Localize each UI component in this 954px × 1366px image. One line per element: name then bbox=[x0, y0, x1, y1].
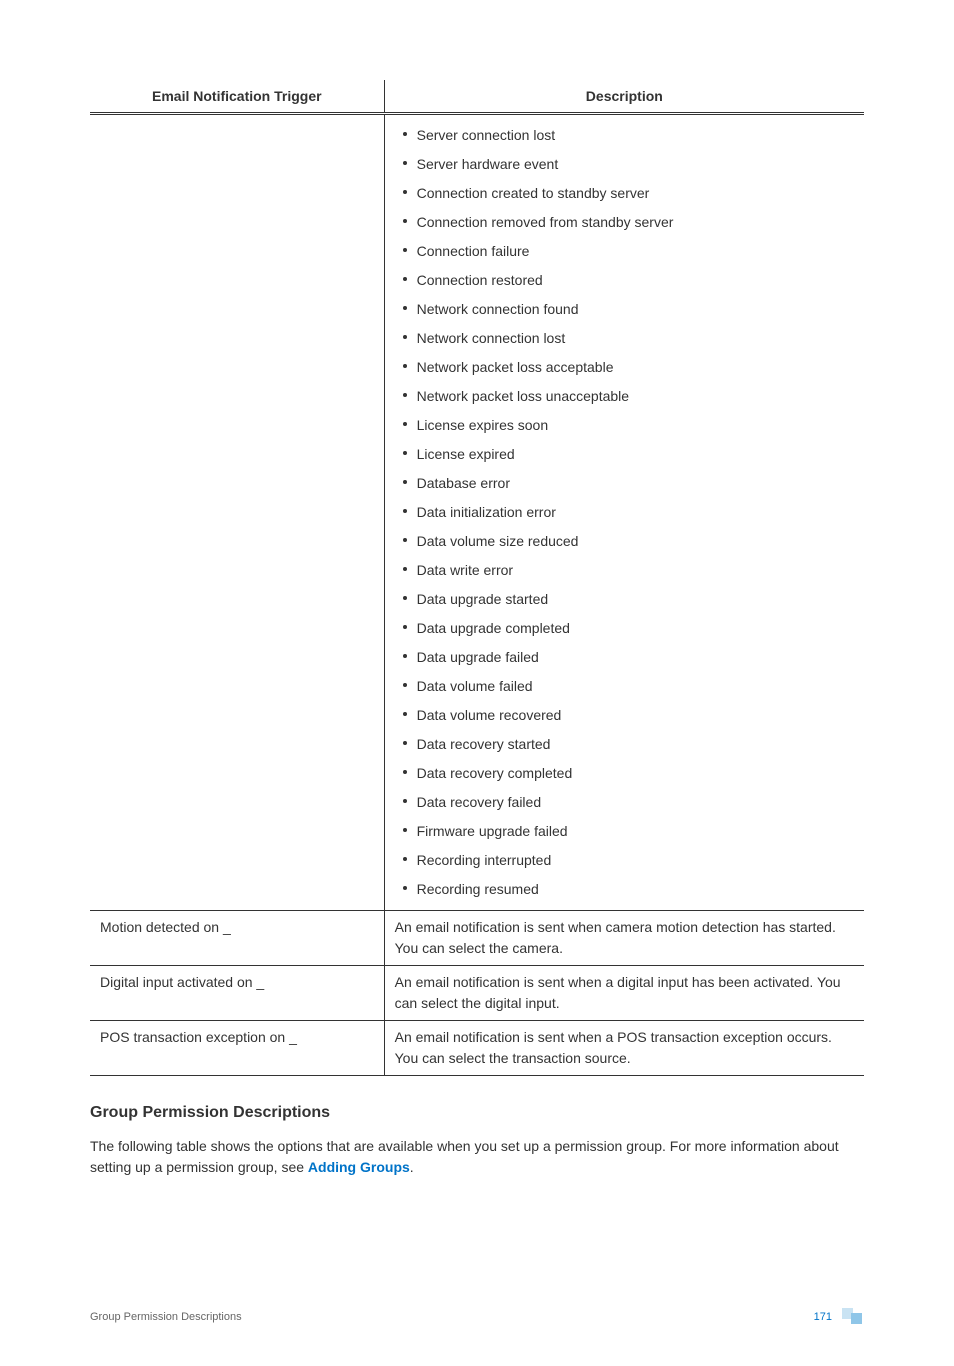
list-item: Data upgrade completed bbox=[417, 614, 854, 643]
list-item: Connection created to standby server bbox=[417, 179, 854, 208]
section-body-pre: The following table shows the options th… bbox=[90, 1138, 839, 1175]
list-item: Recording resumed bbox=[417, 875, 854, 904]
list-item: Connection restored bbox=[417, 266, 854, 295]
list-item: Data recovery completed bbox=[417, 759, 854, 788]
list-item: Database error bbox=[417, 469, 854, 498]
trigger-cell: POS transaction exception on _ bbox=[90, 1021, 384, 1076]
page-number: 171 bbox=[814, 1311, 832, 1323]
description-cell: An email notification is sent when a POS… bbox=[384, 1021, 864, 1076]
description-cell: Server connection lostServer hardware ev… bbox=[384, 114, 864, 911]
footer-title: Group Permission Descriptions bbox=[90, 1311, 242, 1323]
description-list: Server connection lostServer hardware ev… bbox=[395, 121, 854, 904]
logo-icon bbox=[842, 1308, 864, 1326]
list-item: Data volume failed bbox=[417, 672, 854, 701]
list-item: License expired bbox=[417, 440, 854, 469]
list-item: Connection failure bbox=[417, 237, 854, 266]
list-item: Data write error bbox=[417, 556, 854, 585]
list-item: Server connection lost bbox=[417, 121, 854, 150]
list-item: Server hardware event bbox=[417, 150, 854, 179]
list-item: Data upgrade failed bbox=[417, 643, 854, 672]
list-item: Recording interrupted bbox=[417, 846, 854, 875]
table-row: Server connection lostServer hardware ev… bbox=[90, 114, 864, 911]
table-header-trigger: Email Notification Trigger bbox=[90, 80, 384, 114]
list-item: Data recovery failed bbox=[417, 788, 854, 817]
list-item: Data volume recovered bbox=[417, 701, 854, 730]
table-header-description: Description bbox=[384, 80, 864, 114]
section-body: The following table shows the options th… bbox=[90, 1136, 864, 1178]
list-item: Data recovery started bbox=[417, 730, 854, 759]
table-row: POS transaction exception on _An email n… bbox=[90, 1021, 864, 1076]
list-item: Network connection lost bbox=[417, 324, 854, 353]
list-item: Network connection found bbox=[417, 295, 854, 324]
email-notification-table: Email Notification Trigger Description S… bbox=[90, 80, 864, 1076]
list-item: Firmware upgrade failed bbox=[417, 817, 854, 846]
page-footer: Group Permission Descriptions 171 bbox=[90, 1308, 864, 1326]
description-cell: An email notification is sent when camer… bbox=[384, 911, 864, 966]
list-item: Connection removed from standby server bbox=[417, 208, 854, 237]
list-item: Data initialization error bbox=[417, 498, 854, 527]
list-item: Network packet loss acceptable bbox=[417, 353, 854, 382]
list-item: Network packet loss unacceptable bbox=[417, 382, 854, 411]
list-item: License expires soon bbox=[417, 411, 854, 440]
table-row: Digital input activated on _An email not… bbox=[90, 966, 864, 1021]
description-cell: An email notification is sent when a dig… bbox=[384, 966, 864, 1021]
section-body-post: . bbox=[410, 1159, 414, 1175]
trigger-cell: Digital input activated on _ bbox=[90, 966, 384, 1021]
table-row: Motion detected on _An email notificatio… bbox=[90, 911, 864, 966]
list-item: Data upgrade started bbox=[417, 585, 854, 614]
list-item: Data volume size reduced bbox=[417, 527, 854, 556]
trigger-cell: Motion detected on _ bbox=[90, 911, 384, 966]
trigger-cell bbox=[90, 114, 384, 911]
adding-groups-link[interactable]: Adding Groups bbox=[308, 1159, 410, 1175]
section-heading: Group Permission Descriptions bbox=[90, 1104, 864, 1122]
